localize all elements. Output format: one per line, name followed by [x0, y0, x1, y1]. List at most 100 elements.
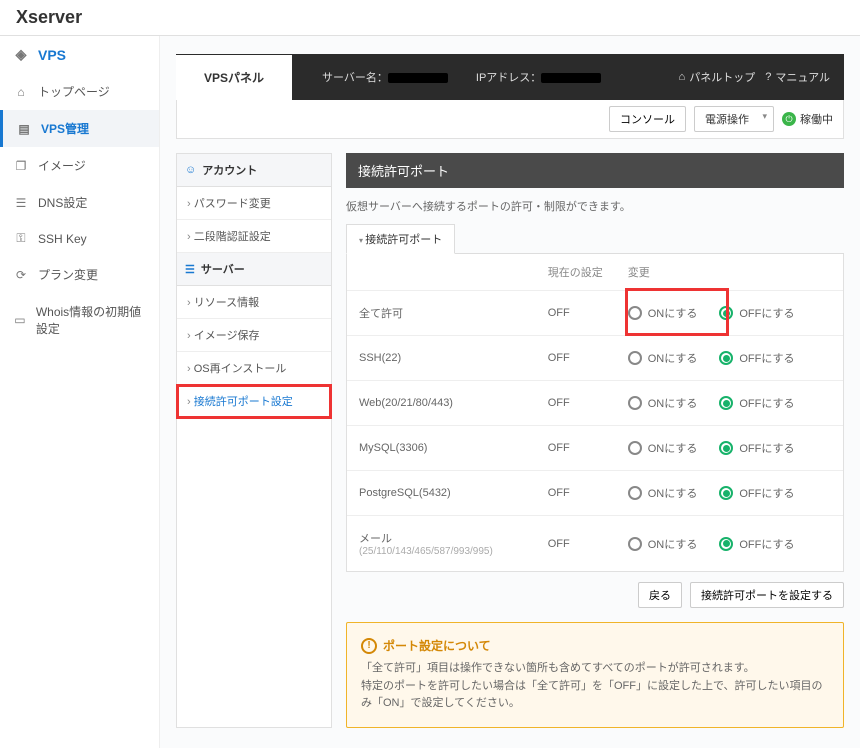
radio-off[interactable]: OFFにする — [719, 440, 794, 456]
server-status: ⏻ 稼働中 — [782, 111, 833, 127]
radio-icon — [719, 537, 733, 551]
account-section-head: ☺ アカウント — [177, 154, 331, 187]
notice-box: ! ポート設定について 「全て許可」項目は操作できない箇所も含めてすべてのポート… — [346, 622, 844, 728]
radio-icon — [628, 486, 642, 500]
tab-ports[interactable]: 接続許可ポート — [346, 224, 455, 254]
ip-address-value — [541, 73, 601, 83]
radio-off[interactable]: OFFにする — [719, 305, 794, 321]
nav-label: SSH Key — [38, 232, 87, 246]
radio-icon — [628, 441, 642, 455]
radio-off[interactable]: OFFにする — [719, 485, 794, 501]
primary-nav: ◈ VPS ⌂ トップページ ▤ VPS管理 ❐イメージ ☰ DNS設定 ⚿ SSH Key ⟳ プ… — [0, 36, 160, 748]
nav-label: VPS — [38, 47, 66, 63]
nav-item[interactable]: ⚿ SSH Key — [0, 221, 159, 256]
radio-icon — [628, 351, 642, 365]
sidemenu-item[interactable]: OS再インストール — [177, 352, 331, 385]
radio-icon — [719, 441, 733, 455]
radio-icon — [719, 351, 733, 365]
nav-item[interactable]: ⟳ プラン変更 — [0, 256, 159, 293]
nav-label: プラン変更 — [38, 266, 98, 283]
port-current: OFF — [548, 487, 628, 499]
radio-icon — [628, 537, 642, 551]
side-menu: ☺ アカウント パスワード変更二段階認証設定 ☰ サーバー リソース情報イメージ… — [176, 153, 332, 728]
port-current: OFF — [548, 442, 628, 454]
nav-icon: ☰ — [14, 196, 28, 210]
radio-icon — [719, 306, 733, 320]
radio-on[interactable]: ONにする — [628, 395, 698, 411]
sidemenu-item-port-settings[interactable]: 接続許可ポート設定 — [177, 385, 331, 418]
panel-top-link[interactable]: ⌂パネルトップ — [679, 69, 756, 85]
nav-label: DNS設定 — [38, 194, 87, 211]
port-current: OFF — [548, 397, 628, 409]
radio-off[interactable]: OFFにする — [719, 395, 794, 411]
nav-icon: ⌂ — [14, 85, 28, 99]
nav-item[interactable]: ▤ VPS管理 — [0, 110, 159, 147]
back-button[interactable]: 戻る — [638, 582, 682, 608]
notice-line-2: 特定のポートを許可したい場合は「全て許可」を「OFF」に設定した上で、許可したい… — [361, 678, 829, 713]
nav-item[interactable]: ❐イメージ — [0, 147, 159, 184]
port-current: OFF — [548, 352, 628, 364]
nav-icon: ▭ — [14, 313, 26, 327]
vps-panel-title: VPSパネル — [176, 55, 292, 100]
user-icon: ☺ — [185, 164, 196, 176]
port-row: SSH(22)OFFONにするOFFにする — [347, 335, 843, 380]
port-name: メール(25/110/143/465/587/993/995) — [359, 530, 548, 557]
nav-label: Whois情報の初期値設定 — [36, 303, 145, 337]
nav-item[interactable]: ⌂ トップページ — [0, 73, 159, 110]
port-current: OFF — [548, 538, 628, 550]
nav-label: VPS管理 — [41, 120, 89, 137]
server-icon: ☰ — [185, 263, 195, 276]
nav-icon: ⟳ — [14, 268, 28, 282]
warning-icon: ! — [361, 638, 377, 654]
help-icon: ? — [765, 71, 771, 83]
panel-heading: 接続許可ポート — [346, 153, 844, 188]
home-icon: ⌂ — [679, 71, 686, 83]
col-current: 現在の設定 — [548, 264, 628, 280]
port-name: Web(20/21/80/443) — [359, 397, 548, 409]
nav-vps-top[interactable]: ◈ VPS — [0, 36, 159, 73]
radio-on[interactable]: ONにする — [628, 485, 698, 501]
notice-title-text: ポート設定について — [383, 637, 491, 654]
port-row: Web(20/21/80/443)OFFONにする OFFにする — [347, 380, 843, 425]
port-current: OFF — [548, 307, 628, 319]
power-select[interactable]: 電源操作 — [694, 106, 774, 132]
radio-icon — [719, 486, 733, 500]
port-name: 全て許可 — [359, 305, 548, 321]
brand-logo-text: server — [28, 7, 82, 28]
nav-icon: ⚿ — [14, 231, 28, 246]
nav-item[interactable]: ▭ Whois情報の初期値設定 — [0, 293, 159, 347]
port-row: 全て許可OFFONにする OFFにする — [347, 290, 843, 335]
ip-address-label: IPアドレス： — [476, 69, 601, 85]
sidemenu-item[interactable]: パスワード変更 — [177, 187, 331, 220]
port-table: 現在の設定 変更 全て許可OFFONにするOFFにするSSH(22)OFFONに… — [346, 254, 844, 572]
radio-on[interactable]: ONにする — [628, 536, 698, 552]
nav-label: トップページ — [38, 83, 110, 100]
brand-logo-x: X — [16, 7, 28, 28]
nav-icon: ❐ — [14, 159, 28, 173]
radio-icon — [628, 396, 642, 410]
port-row: メール(25/110/143/465/587/993/995)OFFONにする O… — [347, 515, 843, 571]
sidemenu-item[interactable]: 二段階認証設定 — [177, 220, 331, 253]
notice-line-1: 「全て許可」項目は操作できない箇所も含めてすべてのポートが許可されます。 — [361, 660, 829, 678]
col-change: 変更 — [628, 264, 831, 280]
radio-off[interactable]: OFFにする — [719, 536, 794, 552]
radio-icon — [719, 396, 733, 410]
port-name: PostgreSQL(5432) — [359, 487, 548, 499]
power-on-icon: ⏻ — [782, 112, 796, 126]
sidemenu-item[interactable]: リソース情報 — [177, 286, 331, 319]
submit-ports-button[interactable]: 接続許可ポートを設定する — [690, 582, 844, 608]
radio-on[interactable]: ONにする — [628, 350, 698, 366]
port-row: PostgreSQL(5432)OFFONにする OFFにする — [347, 470, 843, 515]
sidemenu-item[interactable]: イメージ保存 — [177, 319, 331, 352]
nav-icon: ▤ — [17, 122, 31, 136]
nav-item[interactable]: ☰ DNS設定 — [0, 184, 159, 221]
radio-icon — [628, 306, 642, 320]
manual-link[interactable]: ?マニュアル — [765, 69, 830, 85]
cube-icon: ◈ — [14, 46, 28, 63]
server-section-head: ☰ サーバー — [177, 253, 331, 286]
radio-on[interactable]: ONにする — [628, 440, 698, 456]
radio-off[interactable]: OFFにする — [719, 350, 794, 366]
console-button[interactable]: コンソール — [609, 106, 686, 132]
vps-topbar: VPSパネル サーバー名： IPアドレス： ⌂パネルトップ ?マニュアル — [176, 54, 844, 100]
radio-on[interactable]: ONにする — [628, 305, 698, 321]
